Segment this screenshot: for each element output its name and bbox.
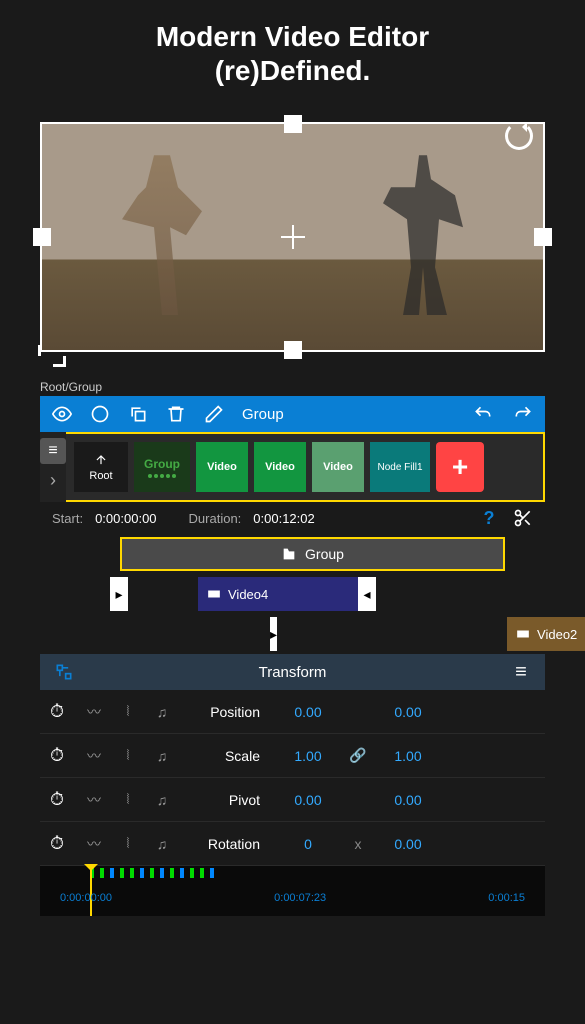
toolbar-label: Group — [242, 406, 455, 423]
preview-frame[interactable] — [40, 122, 545, 352]
resize-handle-left[interactable] — [33, 228, 51, 246]
cut-icon[interactable] — [513, 508, 533, 528]
graph-icon[interactable]: 〰 — [80, 790, 108, 810]
transform-icon[interactable] — [54, 662, 74, 682]
value-separator: x — [344, 836, 372, 852]
preview-figure — [383, 155, 463, 315]
stopwatch-icon[interactable]: ⏱ — [50, 833, 74, 854]
value-x[interactable]: 0 — [278, 836, 338, 852]
playhead[interactable] — [90, 866, 92, 916]
expand-chevron-icon[interactable]: › — [40, 470, 66, 491]
preview-figure — [122, 155, 202, 315]
video-clip[interactable]: Video — [312, 442, 364, 492]
video-clip[interactable]: Video — [254, 442, 306, 492]
resize-handle-top[interactable] — [284, 115, 302, 133]
start-label: Start: — [52, 511, 83, 526]
visibility-icon[interactable] — [52, 404, 72, 424]
link-icon[interactable]: 🔗 — [344, 747, 372, 764]
ruler-time: 0:00:00:00 — [60, 892, 112, 904]
wiggle-icon[interactable]: ⦚ — [114, 835, 142, 852]
property-label: Position — [182, 704, 272, 720]
hero-heading: Modern Video Editor (re)Defined. — [0, 0, 585, 102]
duration-label: Duration: — [189, 511, 242, 526]
property-label: Rotation — [182, 836, 272, 852]
transform-panel-header: Transform ≡ — [40, 654, 545, 690]
undo-icon[interactable] — [473, 404, 493, 424]
edit-icon[interactable] — [204, 404, 224, 424]
music-icon[interactable]: ♫ — [148, 836, 176, 852]
group-clip[interactable]: Group — [134, 442, 190, 492]
graph-icon[interactable]: 〰 — [80, 746, 108, 766]
music-icon[interactable]: ♫ — [148, 704, 176, 720]
video2-track[interactable]: Video2 — [507, 617, 585, 651]
ruler-markers — [90, 868, 535, 880]
value-y[interactable]: 0.00 — [378, 836, 438, 852]
graph-icon[interactable]: 〰 — [80, 702, 108, 722]
music-icon[interactable]: ♫ — [148, 748, 176, 764]
timeline-ruler[interactable]: 0:00:00:00 0:00:07:23 0:00:15 — [40, 866, 545, 916]
graph-icon[interactable]: 〰 — [80, 834, 108, 854]
video-preview[interactable] — [40, 102, 545, 372]
transform-row-scale: ⏱ 〰 ⦚ ♫ Scale 1.00 🔗 1.00 — [40, 734, 545, 778]
panel-menu-icon[interactable]: ≡ — [511, 662, 531, 682]
rotate-icon[interactable] — [505, 122, 533, 150]
wiggle-icon[interactable]: ⦚ — [114, 747, 142, 764]
track-row[interactable]: ▸ Video2 ◂ — [40, 614, 545, 654]
help-icon[interactable]: ? — [479, 508, 499, 528]
timeline-tracks: Group ▸ Video4 ◂ ▸ Video2 ◂ — [40, 534, 545, 654]
ruler-time: 0:00:07:23 — [274, 892, 326, 904]
group-track[interactable]: Group — [120, 537, 505, 571]
track-row[interactable]: Group — [40, 534, 545, 574]
node-fill-clip[interactable]: Node Fill1 — [370, 442, 430, 492]
transform-row-position: ⏱ 〰 ⦚ ♫ Position 0.00 0.00 — [40, 690, 545, 734]
stopwatch-icon[interactable]: ⏱ — [50, 789, 74, 810]
resize-handle-bottom[interactable] — [284, 341, 302, 359]
wiggle-icon[interactable]: ⦚ — [114, 703, 142, 720]
track-handle-left[interactable]: ▸ — [110, 577, 128, 611]
timing-bar: Start: 0:00:00:00 Duration: 0:00:12:02 ? — [40, 502, 545, 534]
value-y[interactable]: 1.00 — [378, 748, 438, 764]
value-x[interactable]: 1.00 — [278, 748, 338, 764]
video-clip[interactable]: Video — [196, 442, 248, 492]
stopwatch-icon[interactable]: ⏱ — [50, 701, 74, 722]
ruler-time: 0:00:15 — [488, 892, 525, 904]
property-label: Scale — [182, 748, 272, 764]
center-crosshair-icon[interactable] — [281, 225, 305, 249]
delete-icon[interactable] — [166, 404, 186, 424]
redo-icon[interactable] — [513, 404, 533, 424]
track-handle-left[interactable]: ▸ — [270, 617, 277, 651]
property-label: Pivot — [182, 792, 272, 808]
transform-row-pivot: ⏱ 〰 ⦚ ♫ Pivot 0.00 0.00 — [40, 778, 545, 822]
transform-table: ⏱ 〰 ⦚ ♫ Position 0.00 0.00 ⏱ 〰 ⦚ ♫ Scale… — [40, 690, 545, 866]
copy-icon[interactable] — [128, 404, 148, 424]
value-y[interactable]: 0.00 — [378, 704, 438, 720]
duration-value[interactable]: 0:00:12:02 — [253, 511, 314, 526]
transform-row-rotation: ⏱ 〰 ⦚ ♫ Rotation 0 x 0.00 — [40, 822, 545, 866]
track-handle-right[interactable]: ◂ — [358, 577, 376, 611]
transform-title: Transform — [74, 664, 511, 681]
breadcrumb: Root/Group — [40, 380, 545, 394]
wiggle-icon[interactable]: ⦚ — [114, 791, 142, 808]
track-row[interactable]: ▸ Video4 ◂ — [40, 574, 545, 614]
resize-handle-right[interactable] — [534, 228, 552, 246]
value-x[interactable]: 0.00 — [278, 792, 338, 808]
value-x[interactable]: 0.00 — [278, 704, 338, 720]
root-clip[interactable]: Root — [74, 442, 128, 492]
menu-icon[interactable]: ≡ — [40, 438, 66, 464]
start-value[interactable]: 0:00:00:00 — [95, 511, 156, 526]
video4-track[interactable]: Video4 — [198, 577, 358, 611]
value-y[interactable]: 0.00 — [378, 792, 438, 808]
music-icon[interactable]: ♫ — [148, 792, 176, 808]
main-toolbar: Group — [40, 396, 545, 432]
stopwatch-icon[interactable]: ⏱ — [50, 745, 74, 766]
circle-icon[interactable] — [90, 404, 110, 424]
add-clip-button[interactable]: + — [436, 442, 484, 492]
